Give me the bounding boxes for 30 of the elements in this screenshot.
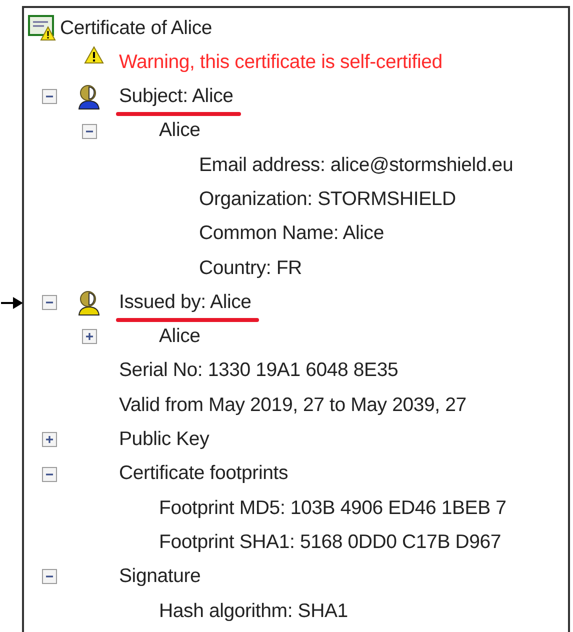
- collapse-toggle[interactable]: [42, 295, 57, 310]
- tree-item-label[interactable]: Valid from May 2019, 27 to May 2039, 27: [119, 394, 466, 416]
- tree-item-label[interactable]: Hash algorithm: SHA1: [159, 600, 348, 622]
- tree-item-label[interactable]: Common Name: Alice: [199, 222, 384, 244]
- collapse-toggle[interactable]: [42, 466, 57, 482]
- tree-item-label[interactable]: Footprint MD5: 103B 4906 ED46 1BEB 7: [159, 496, 506, 519]
- expand-toggle[interactable]: [82, 329, 97, 344]
- tree-item-label[interactable]: Footprint SHA1: 5168 0DD0 C17B D967: [159, 530, 502, 553]
- tree-item-label[interactable]: Alice: [159, 325, 200, 348]
- expand-toggle[interactable]: [42, 432, 57, 448]
- tree-item-label[interactable]: Email address: alice@stormshield.eu: [199, 154, 514, 176]
- tree-item-label[interactable]: Certificate footprints: [119, 462, 288, 484]
- tree-item-label[interactable]: Serial No: 1330 19A1 6048 8E35: [119, 359, 398, 382]
- tree-item-label[interactable]: Public Key: [119, 428, 210, 450]
- collapse-toggle[interactable]: [42, 89, 57, 104]
- certificate-icon: [28, 15, 56, 42]
- tree-item-label[interactable]: Signature: [119, 565, 201, 588]
- tree-root-label[interactable]: Certificate of Alice: [60, 14, 212, 43]
- pointer-arrow: [1, 296, 23, 310]
- tree-item-label[interactable]: Country: FR: [199, 256, 302, 279]
- tree-item-label[interactable]: Alice: [159, 119, 200, 142]
- collapse-toggle[interactable]: [42, 569, 57, 584]
- collapse-toggle[interactable]: [82, 124, 97, 139]
- person-icon: [76, 84, 100, 110]
- tree-item-label[interactable]: Organization: STORMSHIELD: [199, 188, 456, 210]
- tree-item-label[interactable]: Issued by: Alice: [119, 290, 252, 313]
- warning-icon: [84, 46, 104, 64]
- tree-item-label[interactable]: Subject: Alice: [119, 85, 234, 108]
- person-icon: [76, 290, 100, 316]
- warning-text: Warning, this certificate is self-certified: [119, 50, 442, 73]
